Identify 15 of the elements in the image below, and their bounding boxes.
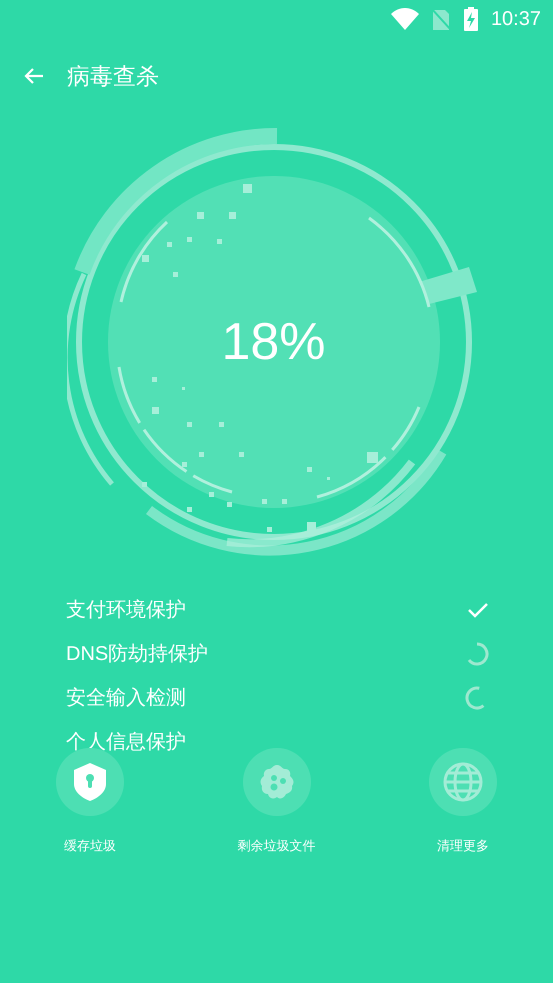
- action-button[interactable]: 清理更多: [413, 748, 513, 856]
- page-title: 病毒查杀: [67, 62, 159, 91]
- globe-icon: [443, 762, 483, 802]
- virus-icon: [258, 763, 296, 801]
- check-item-label: 支付环境保护: [66, 598, 186, 623]
- wifi-icon: [390, 8, 419, 30]
- back-arrow-icon: [24, 67, 44, 85]
- battery-charging-icon: [462, 7, 479, 31]
- scan-percent: 18%: [221, 312, 326, 373]
- shield-lock-icon: [73, 762, 107, 802]
- status-time: 10:37: [490, 7, 541, 32]
- no-sim-icon: [430, 8, 451, 30]
- check-item-label: DNS防劫持保护: [66, 642, 208, 667]
- check-item-label: 安全输入检测: [66, 686, 186, 711]
- action-button[interactable]: 剩余垃圾文件: [226, 748, 326, 856]
